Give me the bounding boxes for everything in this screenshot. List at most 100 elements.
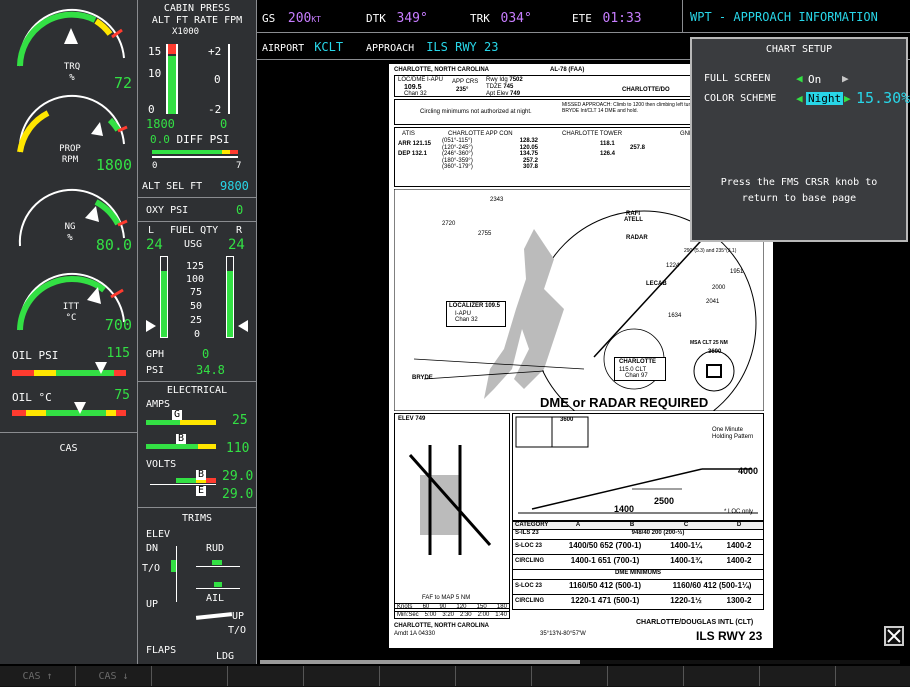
fuel-tick-125: 125 — [186, 261, 205, 272]
dtk-value: 349° — [396, 11, 428, 26]
flaps-up-label: UP — [232, 611, 245, 622]
dtk-label: DTK — [366, 12, 386, 25]
chart-charlotte-vor-box: CHARLOTTE 115.0 CLT Chan 97 — [614, 357, 666, 381]
chart-tower-freq2: 126.4 — [600, 151, 616, 157]
cabin-rate-tick-m2: -2 — [208, 103, 222, 116]
alt-sel-value: 9800 — [220, 179, 249, 193]
trq-label: TRQ% — [63, 62, 81, 83]
cabin-alt-value: 1800 — [146, 117, 175, 131]
cabin-rate-value: 0 — [220, 117, 228, 131]
chart-fix-2343: 2343 — [490, 197, 504, 203]
fuel-title: FUEL QTY — [170, 225, 219, 236]
amps-g-marker: G — [172, 409, 183, 420]
chart-app-con-label: CHARLOTTE APP CON — [448, 131, 513, 137]
oil-c-value: 75 — [114, 388, 130, 403]
full-screen-left-arrow[interactable]: ◀ — [796, 72, 803, 85]
amps-b-marker: B — [176, 433, 187, 444]
full-screen-label: FULL SCREEN — [704, 73, 771, 84]
softkey-8[interactable] — [532, 666, 608, 686]
volts-bar — [150, 478, 216, 485]
chart-app-con-list: (051°-115°) 128.32 (120°-245°) 120.05 (246… — [442, 138, 538, 171]
brightness-value[interactable]: 15.30% — [856, 89, 910, 107]
chart-scroll-thumb[interactable] — [260, 660, 580, 664]
dn-label: DN — [146, 543, 159, 554]
chart-scrollbar[interactable] — [260, 660, 900, 664]
fuel-psi-label: PSI — [146, 365, 165, 376]
fuel-right-value: 24 — [228, 237, 245, 253]
chart-fix-2755: 2755 — [478, 231, 492, 237]
gs-field: GS 200KT — [262, 12, 321, 25]
trims-divider — [138, 507, 256, 508]
fuel-low-marker-right — [238, 320, 248, 332]
softkey-3[interactable] — [152, 666, 228, 686]
softkey-cas-up[interactable]: CAS ↑ — [0, 666, 76, 686]
softkey-10[interactable] — [684, 666, 760, 686]
chart-msa: MSA CLT 25 NM — [690, 340, 728, 346]
amps-label: AMPS — [146, 399, 171, 410]
oxy-label: OXY PSI — [146, 205, 189, 216]
oil-psi-value: 115 — [106, 346, 130, 361]
fuel-psi-value: 34.8 — [196, 363, 225, 377]
chart-footer-title: ILS RWY 23 — [696, 629, 763, 643]
fuel-low-marker — [146, 320, 156, 332]
cabin-alt-tick-0: 0 — [148, 103, 155, 116]
chart-city: CHARLOTTE, NORTH CAROLINA — [394, 67, 489, 73]
oxy-value: 0 — [236, 203, 244, 217]
gs-value: 200 — [287, 11, 312, 26]
gs-unit: KT — [311, 15, 321, 24]
cabin-rate-tick-p2: +2 — [208, 45, 222, 58]
chart-footer-amdt: Amdt 1A 04330 — [394, 631, 436, 637]
color-scheme-value[interactable]: Night — [806, 92, 844, 105]
prop-value: 1800 — [95, 156, 132, 174]
close-button[interactable] — [884, 626, 904, 646]
ete-value: 01:33 — [602, 11, 642, 26]
trq-arc-green — [17, 11, 97, 67]
chart-dep-freq: DEP 132.1 — [398, 151, 427, 157]
chart-setup-title: CHART SETUP — [765, 44, 833, 55]
chart-localizer-box: LOCALIZER 109.5 I-APU Chan 32 — [446, 301, 506, 327]
volts-label: VOLTS — [146, 459, 177, 470]
trk-value: 034° — [500, 11, 532, 26]
cabin-x1000: X1000 — [172, 27, 200, 37]
chart-msa-alt: 3600 — [708, 349, 722, 355]
flaps-ldg-label: LDG — [216, 651, 235, 662]
volts-e-marker: E — [196, 485, 207, 496]
ail-trim-scale — [196, 582, 240, 589]
airport-value[interactable]: KCLT — [314, 40, 343, 54]
fuel-r: R — [236, 225, 243, 236]
trk-field: TRK 034° — [470, 12, 532, 25]
chart-hold-note: One Minute Holding Pattern — [712, 427, 754, 440]
softkey-4[interactable] — [228, 666, 304, 686]
color-scheme-right-arrow[interactable]: ▶ — [844, 92, 851, 105]
flaps-label: FLAPS — [146, 645, 177, 656]
color-scheme-left-arrow[interactable]: ◀ — [796, 92, 803, 105]
trq-pointer — [64, 28, 78, 44]
chart-profile-1400: 1400 — [614, 504, 635, 514]
fuel-left-value: 24 — [146, 237, 163, 253]
cabin-alt-bar — [166, 44, 178, 114]
chart-elev: ELEV 749 — [398, 416, 426, 422]
chart-fix-2000: 2000 — [712, 285, 726, 291]
softkey-7[interactable] — [456, 666, 532, 686]
softkey-11[interactable] — [760, 666, 836, 686]
full-screen-value[interactable]: On — [808, 74, 821, 85]
itt-value: 700 — [104, 316, 132, 334]
full-screen-right-arrow[interactable]: ▶ — [842, 72, 849, 85]
rud-label: RUD — [206, 543, 225, 554]
trk-label: TRK — [470, 12, 490, 25]
dtk-field: DTK 349° — [366, 12, 428, 25]
fuel-divider — [138, 221, 256, 222]
fuel-tick-25: 25 — [190, 315, 203, 326]
approach-value[interactable]: ILS RWY 23 — [426, 40, 498, 54]
softkey-cas-down[interactable]: CAS ↓ — [76, 666, 152, 686]
amps-b-bar — [146, 444, 216, 449]
softkey-5[interactable] — [304, 666, 380, 686]
softkey-6[interactable] — [380, 666, 456, 686]
cabin-rate-bar — [228, 44, 236, 114]
chart-profile-4000: 4000 — [738, 466, 759, 476]
chart-fix-1951: 1951 — [730, 269, 744, 275]
softkey-9[interactable] — [608, 666, 684, 686]
softkey-12[interactable] — [836, 666, 910, 686]
amps-g-bar — [146, 420, 216, 425]
fuel-tick-75: 75 — [190, 287, 203, 298]
